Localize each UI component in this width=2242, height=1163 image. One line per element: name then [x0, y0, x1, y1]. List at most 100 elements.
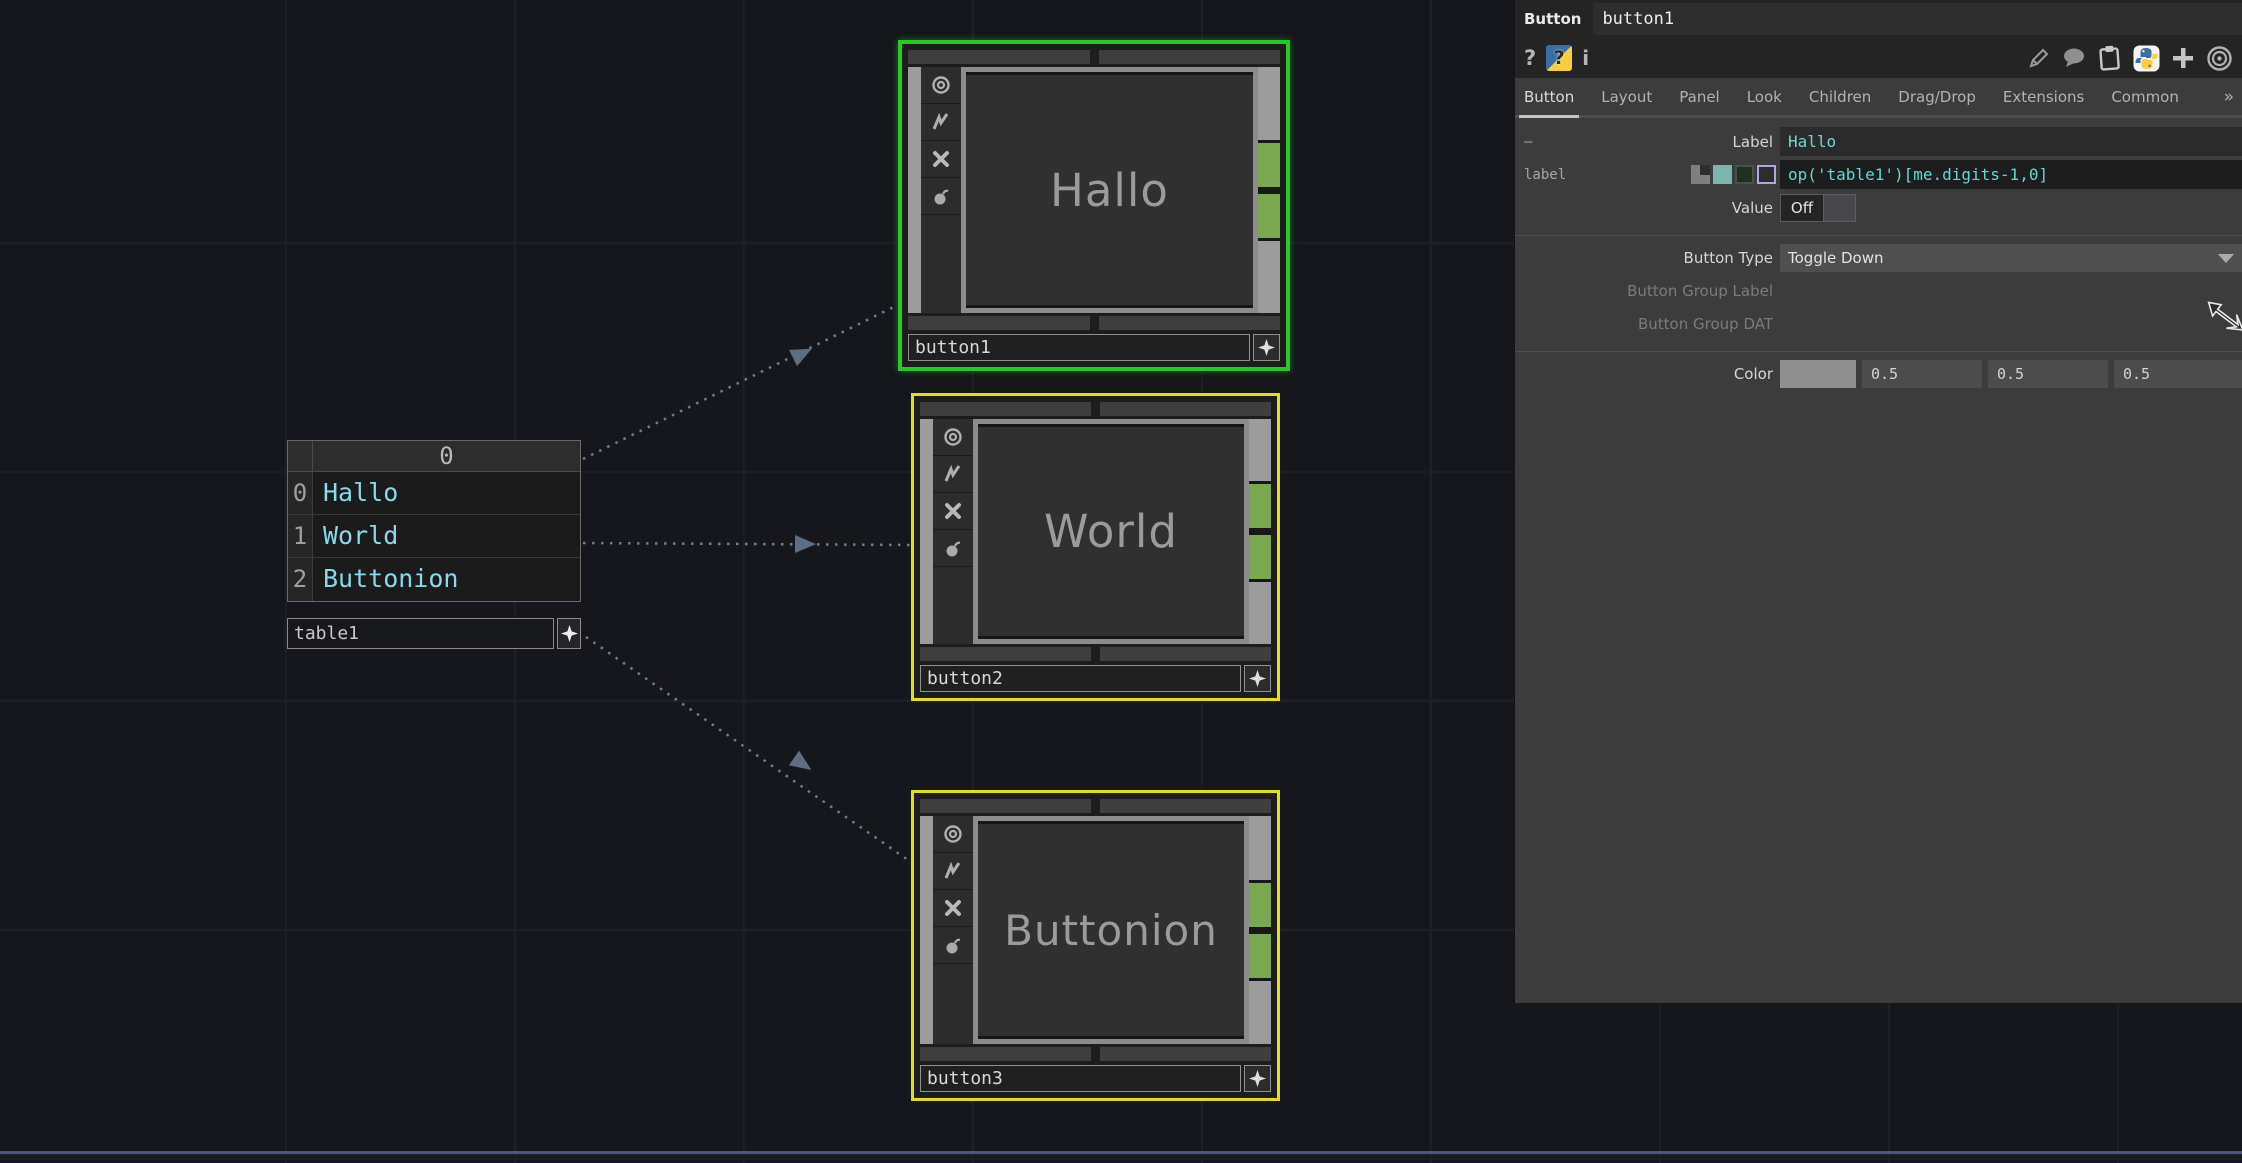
more-tabs-chevron-icon[interactable]: » [2224, 87, 2242, 107]
panel-output-connector[interactable] [1249, 535, 1271, 579]
bind-mode-chip[interactable] [1757, 165, 1776, 184]
tab-common[interactable]: Common [2111, 78, 2179, 115]
button3-node[interactable]: Buttonion button3 [911, 790, 1280, 1101]
panel-output-connector[interactable] [1258, 143, 1280, 187]
tab-look[interactable]: Look [1747, 78, 1782, 115]
button2-expand-button[interactable] [1244, 665, 1271, 692]
wire-table-to-button3[interactable] [586, 637, 908, 860]
panel-header: Button button1 [1515, 0, 2242, 38]
table1-expand-button[interactable] [557, 618, 581, 649]
top-connector-bar[interactable] [920, 799, 1271, 813]
close-viewer-icon[interactable] [933, 493, 973, 530]
panel-output-connector[interactable] [1249, 934, 1271, 978]
button-panel-label: Hallo [1050, 164, 1169, 217]
param-label[interactable]: Button Type [1515, 249, 1780, 267]
color-r-field[interactable]: 0.5 [1862, 360, 1982, 388]
toggle-box[interactable] [1823, 195, 1855, 221]
bottom-connector-bar[interactable] [920, 647, 1271, 661]
comment-bubble-icon[interactable] [2061, 46, 2087, 70]
lock-icon[interactable] [921, 178, 961, 215]
bottom-connector-bar[interactable] [920, 1047, 1271, 1061]
interact-icon[interactable] [933, 456, 973, 493]
table-row[interactable]: 2 Buttonion [288, 558, 580, 601]
tab-layout[interactable]: Layout [1601, 78, 1652, 115]
label-expression-field[interactable]: op('table1')[me.digits-1,0] [1780, 160, 2242, 189]
close-viewer-icon[interactable] [933, 890, 973, 927]
pane-divider[interactable] [0, 1151, 2242, 1154]
close-viewer-icon[interactable] [921, 141, 961, 178]
python-help-icon[interactable]: ? [1546, 45, 1572, 71]
button-type-dropdown[interactable]: Toggle Down [1780, 244, 2242, 272]
star-plus-icon [1258, 339, 1275, 356]
value-toggle[interactable]: Off [1780, 194, 1856, 222]
output-strip[interactable] [1249, 816, 1271, 1044]
output-strip[interactable] [1249, 419, 1271, 644]
info-icon[interactable]: i [1582, 46, 1589, 70]
button2-node[interactable]: World button2 [911, 393, 1280, 701]
interact-icon[interactable] [921, 104, 961, 141]
button3-panel-viewer[interactable]: Buttonion [973, 816, 1249, 1044]
param-row-button-type: Button Type Toggle Down [1515, 242, 2242, 273]
tab-button[interactable]: Button [1524, 78, 1574, 115]
row-index: 2 [288, 558, 313, 601]
button1-name-field[interactable]: button1 [908, 334, 1250, 361]
param-row-button-group-label: Button Group Label [1515, 275, 2242, 306]
panel-output-connector[interactable] [1249, 484, 1271, 528]
param-label[interactable]: Label [1515, 133, 1780, 151]
table-row[interactable]: 1 World [288, 515, 580, 558]
button2-panel-viewer[interactable]: World [973, 419, 1249, 644]
button1-expand-button[interactable] [1253, 334, 1280, 361]
display-toggle-icon[interactable] [933, 419, 973, 456]
display-toggle-icon[interactable] [933, 816, 973, 853]
help-icon[interactable]: ? [1524, 46, 1536, 70]
target-icon[interactable] [2206, 45, 2233, 72]
label-value-field[interactable]: Hallo [1780, 127, 2242, 156]
python-icon[interactable] [2133, 45, 2160, 72]
panel-output-connector[interactable] [1249, 883, 1271, 927]
button1-panel-viewer[interactable]: Hallo [961, 67, 1258, 313]
operator-name-field[interactable]: button1 [1593, 3, 2242, 35]
lock-icon[interactable] [933, 530, 973, 567]
lock-icon[interactable] [933, 927, 973, 964]
top-connector-bar[interactable] [908, 50, 1280, 64]
panel-output-connector[interactable] [1258, 194, 1280, 238]
tab-panel[interactable]: Panel [1679, 78, 1719, 115]
network-editor: 0 0 Hallo 1 World 2 Buttonion table1 [0, 0, 2242, 1163]
param-collapse-indicator[interactable]: — [1524, 134, 1532, 150]
table-index-spacer [288, 441, 313, 471]
button1-node[interactable]: Hallo button1 [898, 40, 1290, 371]
interact-icon[interactable] [933, 853, 973, 890]
tab-children[interactable]: Children [1809, 78, 1871, 115]
export-mode-chip[interactable] [1735, 165, 1754, 184]
tab-drag-drop[interactable]: Drag/Drop [1898, 78, 1976, 115]
param-label[interactable]: Color [1515, 365, 1780, 383]
top-connector-bar[interactable] [920, 402, 1271, 416]
wire-arrow-icon [789, 751, 817, 778]
panel-toolbar: ? ? i [1515, 38, 2242, 78]
input-strip[interactable] [920, 816, 933, 1044]
expression-mode-chip[interactable] [1713, 165, 1732, 184]
table1-name-field[interactable]: table1 [287, 618, 554, 649]
table-row[interactable]: 0 Hallo [288, 472, 580, 515]
display-toggle-icon[interactable] [921, 67, 961, 104]
tab-extensions[interactable]: Extensions [2003, 78, 2084, 115]
button3-expand-button[interactable] [1244, 1065, 1271, 1092]
wire-table-to-button2[interactable] [583, 543, 911, 545]
color-b-field[interactable]: 0.5 [2114, 360, 2242, 388]
clipboard-icon[interactable] [2097, 44, 2123, 72]
button2-name-field[interactable]: button2 [920, 665, 1241, 692]
input-strip[interactable] [908, 67, 921, 313]
add-icon[interactable] [2170, 45, 2196, 71]
table1-node[interactable]: 0 0 Hallo 1 World 2 Buttonion table1 [287, 440, 581, 649]
color-g-field[interactable]: 0.5 [1988, 360, 2108, 388]
button3-name-field[interactable]: button3 [920, 1065, 1241, 1092]
edit-pencil-icon[interactable] [2027, 46, 2051, 70]
table1-viewer[interactable]: 0 0 Hallo 1 World 2 Buttonion [287, 440, 581, 602]
output-strip[interactable] [1258, 67, 1280, 313]
bottom-connector-bar[interactable] [908, 316, 1280, 330]
param-label[interactable]: Value [1515, 199, 1780, 217]
input-strip[interactable] [920, 419, 933, 644]
constant-mode-chip[interactable] [1691, 165, 1710, 184]
wire-table-to-button1[interactable] [583, 301, 906, 459]
color-swatch[interactable] [1780, 360, 1856, 388]
